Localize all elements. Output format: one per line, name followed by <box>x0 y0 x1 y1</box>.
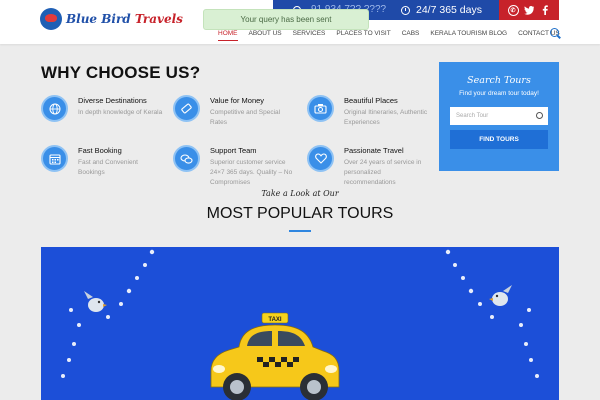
taxi-sign-text: TAXI <box>268 317 282 323</box>
success-toast: Your query has been sent <box>203 9 369 30</box>
topbar-hours: 24/7 365 days <box>401 0 482 20</box>
whatsapp-icon[interactable]: ✆ <box>507 4 519 16</box>
feature-desc: Over 24 years of service in personalized… <box>344 159 422 186</box>
search-tours-widget: Search Tours Find your dream tour today!… <box>439 62 559 171</box>
feature-title: Passionate Travel <box>344 146 404 155</box>
feature-desc: In depth knowledge of Kerala <box>78 109 163 116</box>
feature-title: Beautiful Places <box>344 96 398 105</box>
feature-title: Value for Money <box>210 96 265 105</box>
popular-tours-banner[interactable]: TAXI <box>41 247 559 400</box>
chat-icon <box>173 145 200 172</box>
search-icon[interactable] <box>536 112 543 119</box>
feature-support-team: Support Team Superior customer service 2… <box>173 145 293 195</box>
feature-passionate-travel: Passionate Travel Over 24 years of servi… <box>307 145 427 195</box>
search-tours-subtitle: Find your dream tour today! <box>459 90 539 97</box>
nav-item-kerala-tourism-blog[interactable]: KERALA TOURISM BLOG <box>430 29 507 41</box>
popular-tours-title: MOST POPULAR TOURS <box>206 205 394 222</box>
taxi-illustration: TAXI <box>61 249 539 400</box>
nav-item-home[interactable]: HOME <box>218 29 238 41</box>
feature-fast-booking: Fast Booking Fast and Convenient Booking… <box>41 145 161 195</box>
nav-item-services[interactable]: SERVICES <box>293 29 326 41</box>
hours-text: 24/7 365 days <box>416 4 482 16</box>
globe-icon <box>41 95 68 122</box>
main-nav: HOME ABOUT US SERVICES PLACES TO VISIT C… <box>218 29 571 41</box>
feature-desc: Original Itineraries, Authentic Experien… <box>344 109 428 126</box>
site-logo[interactable]: Blue Bird Travels <box>40 8 183 30</box>
feature-desc: Fast and Convenient Bookings <box>78 159 138 176</box>
social-links: ✆ <box>499 0 559 20</box>
taxi-icon: TAXI <box>210 312 340 400</box>
feature-desc: Competitive and Special Rates <box>210 109 281 126</box>
feature-diverse-destinations: Diverse Destinations In depth knowledge … <box>41 95 163 145</box>
bird-right-icon <box>489 285 512 306</box>
camera-icon <box>307 95 334 122</box>
feature-title: Support Team <box>210 146 257 155</box>
facebook-icon[interactable] <box>540 5 551 16</box>
bird-logo-icon <box>40 8 62 30</box>
clock-icon <box>401 5 410 15</box>
nav-item-about-us[interactable]: ABOUT US <box>249 29 282 41</box>
feature-value-for-money: Value for Money Competitive and Special … <box>173 95 293 145</box>
logo-text-blue: Blue Bird <box>66 12 131 26</box>
heart-icon <box>307 145 334 172</box>
bird-left-icon <box>84 291 107 312</box>
feature-title: Fast Booking <box>78 146 122 155</box>
logo-text: Blue Bird Travels <box>66 12 183 26</box>
feature-desc: Superior customer service 24×7 365 days.… <box>210 159 293 186</box>
calendar-icon <box>41 145 68 172</box>
search-icon[interactable] <box>550 28 559 37</box>
search-tour-input[interactable]: Search Tour <box>450 107 548 125</box>
feature-title: Diverse Destinations <box>78 96 147 105</box>
why-choose-us-title: WHY CHOOSE US? <box>41 63 201 82</box>
twitter-icon[interactable] <box>524 5 535 16</box>
search-tours-title: Search Tours <box>467 75 531 86</box>
popular-kicker: Take a Look at Our <box>261 189 339 198</box>
logo-text-red: Travels <box>134 12 183 26</box>
nav-item-cabs[interactable]: CABS <box>402 29 420 41</box>
ticket-icon <box>173 95 200 122</box>
nav-item-places-to-visit[interactable]: PLACES TO VISIT <box>336 29 390 41</box>
feature-beautiful-places: Beautiful Places Original Itineraries, A… <box>307 95 427 145</box>
find-tours-button[interactable]: FIND TOURS <box>450 130 548 149</box>
site-header: Blue Bird Travels 91 934 7?? ???? 24/7 3… <box>0 0 600 44</box>
title-underline <box>289 230 311 232</box>
